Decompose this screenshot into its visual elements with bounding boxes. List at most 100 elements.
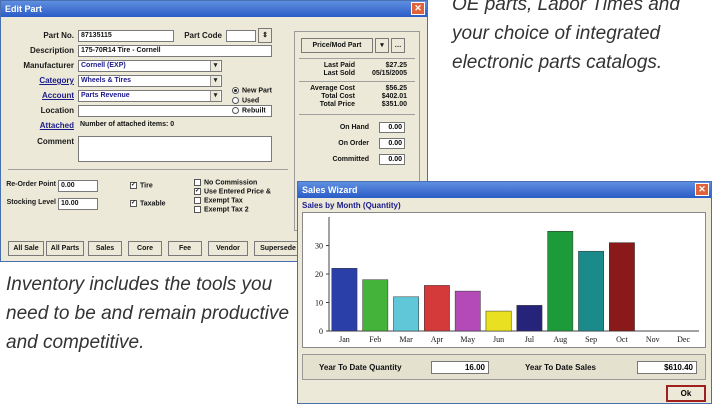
all-sale-button[interactable]: All Sale <box>8 241 44 256</box>
more-icon[interactable]: … <box>391 38 405 53</box>
ytd-bar: Year To Date Quantity 16.00 Year To Date… <box>302 354 706 380</box>
bar-jul <box>516 305 543 332</box>
edit-part-titlebar[interactable]: Edit Part ✕ <box>1 1 427 17</box>
use-entered-price-label: Use Entered Price & <box>204 188 271 196</box>
y-tick-label: 30 <box>315 242 323 251</box>
part-code-field[interactable] <box>226 30 256 42</box>
divider <box>8 169 288 170</box>
condition-used-label: Used <box>242 97 260 105</box>
taxable-checkbox[interactable]: ✓ Taxable <box>130 200 166 207</box>
ytd-sales-label: Year To Date Sales <box>525 363 596 372</box>
comment-field[interactable] <box>78 136 272 162</box>
edit-part-title: Edit Part <box>5 4 43 14</box>
on-order-field[interactable]: 0.00 <box>379 138 405 149</box>
total-price-label: Total Price <box>319 101 355 108</box>
x-tick-label: Nov <box>646 335 660 344</box>
price-mod-part-button[interactable]: Price/Mod Part <box>301 38 373 53</box>
category-select[interactable]: Wheels & Tires <box>78 75 222 87</box>
bar-oct <box>609 242 635 332</box>
account-link[interactable]: Account <box>14 91 74 100</box>
total-price-value: $351.00 <box>381 101 407 108</box>
total-cost-value: $402.01 <box>381 93 407 100</box>
no-commission-label: No Commission <box>204 179 258 187</box>
part-code-label: Part Code <box>184 31 222 40</box>
ok-button[interactable]: Ok <box>666 385 706 402</box>
radio-icon <box>232 97 239 104</box>
condition-new-label: New Part <box>242 87 272 95</box>
sales-wizard-titlebar[interactable]: Sales Wizard ✕ <box>298 182 711 198</box>
vendor-button[interactable]: Vendor <box>208 241 248 256</box>
attached-link[interactable]: Attached <box>14 121 74 130</box>
checkbox-icon: ✓ <box>194 188 201 195</box>
tire-label: Tire <box>140 182 153 190</box>
condition-used[interactable]: Used <box>232 97 259 104</box>
reorder-point-field[interactable]: 0.00 <box>58 180 98 192</box>
ytd-sales-field: $610.40 <box>637 361 697 374</box>
stocking-level-field[interactable]: 10.00 <box>58 198 98 210</box>
sales-button[interactable]: Sales <box>88 241 122 256</box>
on-hand-label: On Hand <box>339 124 369 131</box>
no-commission-checkbox[interactable]: No Commission <box>194 179 257 186</box>
y-tick-label: 0 <box>319 327 323 336</box>
spinner-icon[interactable]: ⇕ <box>258 28 272 43</box>
bar-jun <box>485 310 512 332</box>
taxable-label: Taxable <box>140 200 166 208</box>
manufacturer-select[interactable]: Cornell (EXP) <box>78 60 222 72</box>
x-tick-label: May <box>460 335 475 344</box>
exempt-tax-label: Exempt Tax <box>204 197 243 205</box>
bar-apr <box>424 285 450 332</box>
checkbox-icon: ✓ <box>130 200 137 207</box>
divider <box>299 81 415 82</box>
account-select[interactable]: Parts Revenue <box>78 90 222 102</box>
x-tick-label: Sep <box>585 335 597 344</box>
condition-new[interactable]: New Part <box>232 87 272 94</box>
bar-feb <box>362 279 389 332</box>
divider <box>299 58 415 59</box>
bar-may <box>454 290 481 332</box>
tire-checkbox[interactable]: ✓ Tire <box>130 182 153 189</box>
core-button[interactable]: Core <box>128 241 162 256</box>
checkbox-icon <box>194 179 201 186</box>
part-no-field[interactable]: 87135115 <box>78 30 174 42</box>
description-field[interactable]: 175-70R14 Tire - Cornell <box>78 45 272 57</box>
ytd-qty-label: Year To Date Quantity <box>319 363 402 372</box>
x-tick-label: Jun <box>493 335 504 344</box>
on-order-label: On Order <box>338 140 369 147</box>
category-link[interactable]: Category <box>14 76 74 85</box>
x-tick-label: Jan <box>339 335 350 344</box>
all-parts-button[interactable]: All Parts <box>46 241 84 256</box>
location-label: Location <box>40 106 74 115</box>
total-cost-label: Total Cost <box>321 93 355 100</box>
exempt-tax-checkbox[interactable]: Exempt Tax <box>194 197 243 204</box>
on-hand-field[interactable]: 0.00 <box>379 122 405 133</box>
bar-sep <box>578 250 604 332</box>
avg-cost-value: $56.25 <box>385 85 407 92</box>
x-tick-label: Aug <box>553 335 567 344</box>
checkbox-icon <box>194 206 201 213</box>
condition-rebuilt-label: Rebuilt <box>242 107 266 115</box>
supersede-button[interactable]: Supersede <box>254 241 302 256</box>
x-tick-label: Jul <box>525 335 535 344</box>
use-entered-price-checkbox[interactable]: ✓ Use Entered Price & <box>194 188 271 195</box>
last-paid-value: $27.25 <box>385 62 407 69</box>
dropdown-icon[interactable]: ▾ <box>375 38 389 53</box>
radio-icon <box>232 87 239 94</box>
close-icon[interactable]: ✕ <box>411 2 425 15</box>
x-tick-label: Oct <box>616 335 628 344</box>
part-no-label: Part No. <box>43 31 74 40</box>
comment-label: Comment <box>37 137 74 146</box>
fee-button[interactable]: Fee <box>168 241 202 256</box>
last-sold-value: 05/15/2005 <box>371 70 407 77</box>
committed-field[interactable]: 0.00 <box>379 154 405 165</box>
attached-count: Number of attached items: 0 <box>80 121 175 128</box>
bar-jan <box>331 268 358 332</box>
description-label: Description <box>29 46 74 55</box>
divider <box>299 114 415 115</box>
caption-left: Inventory includes the tools you need to… <box>6 274 290 353</box>
ytd-qty-field: 16.00 <box>431 361 489 374</box>
exempt-tax-2-checkbox[interactable]: Exempt Tax 2 <box>194 206 249 213</box>
condition-rebuilt[interactable]: Rebuilt <box>232 107 266 114</box>
close-icon[interactable]: ✕ <box>695 183 709 196</box>
checkbox-icon <box>194 197 201 204</box>
bar-mar <box>393 296 419 332</box>
